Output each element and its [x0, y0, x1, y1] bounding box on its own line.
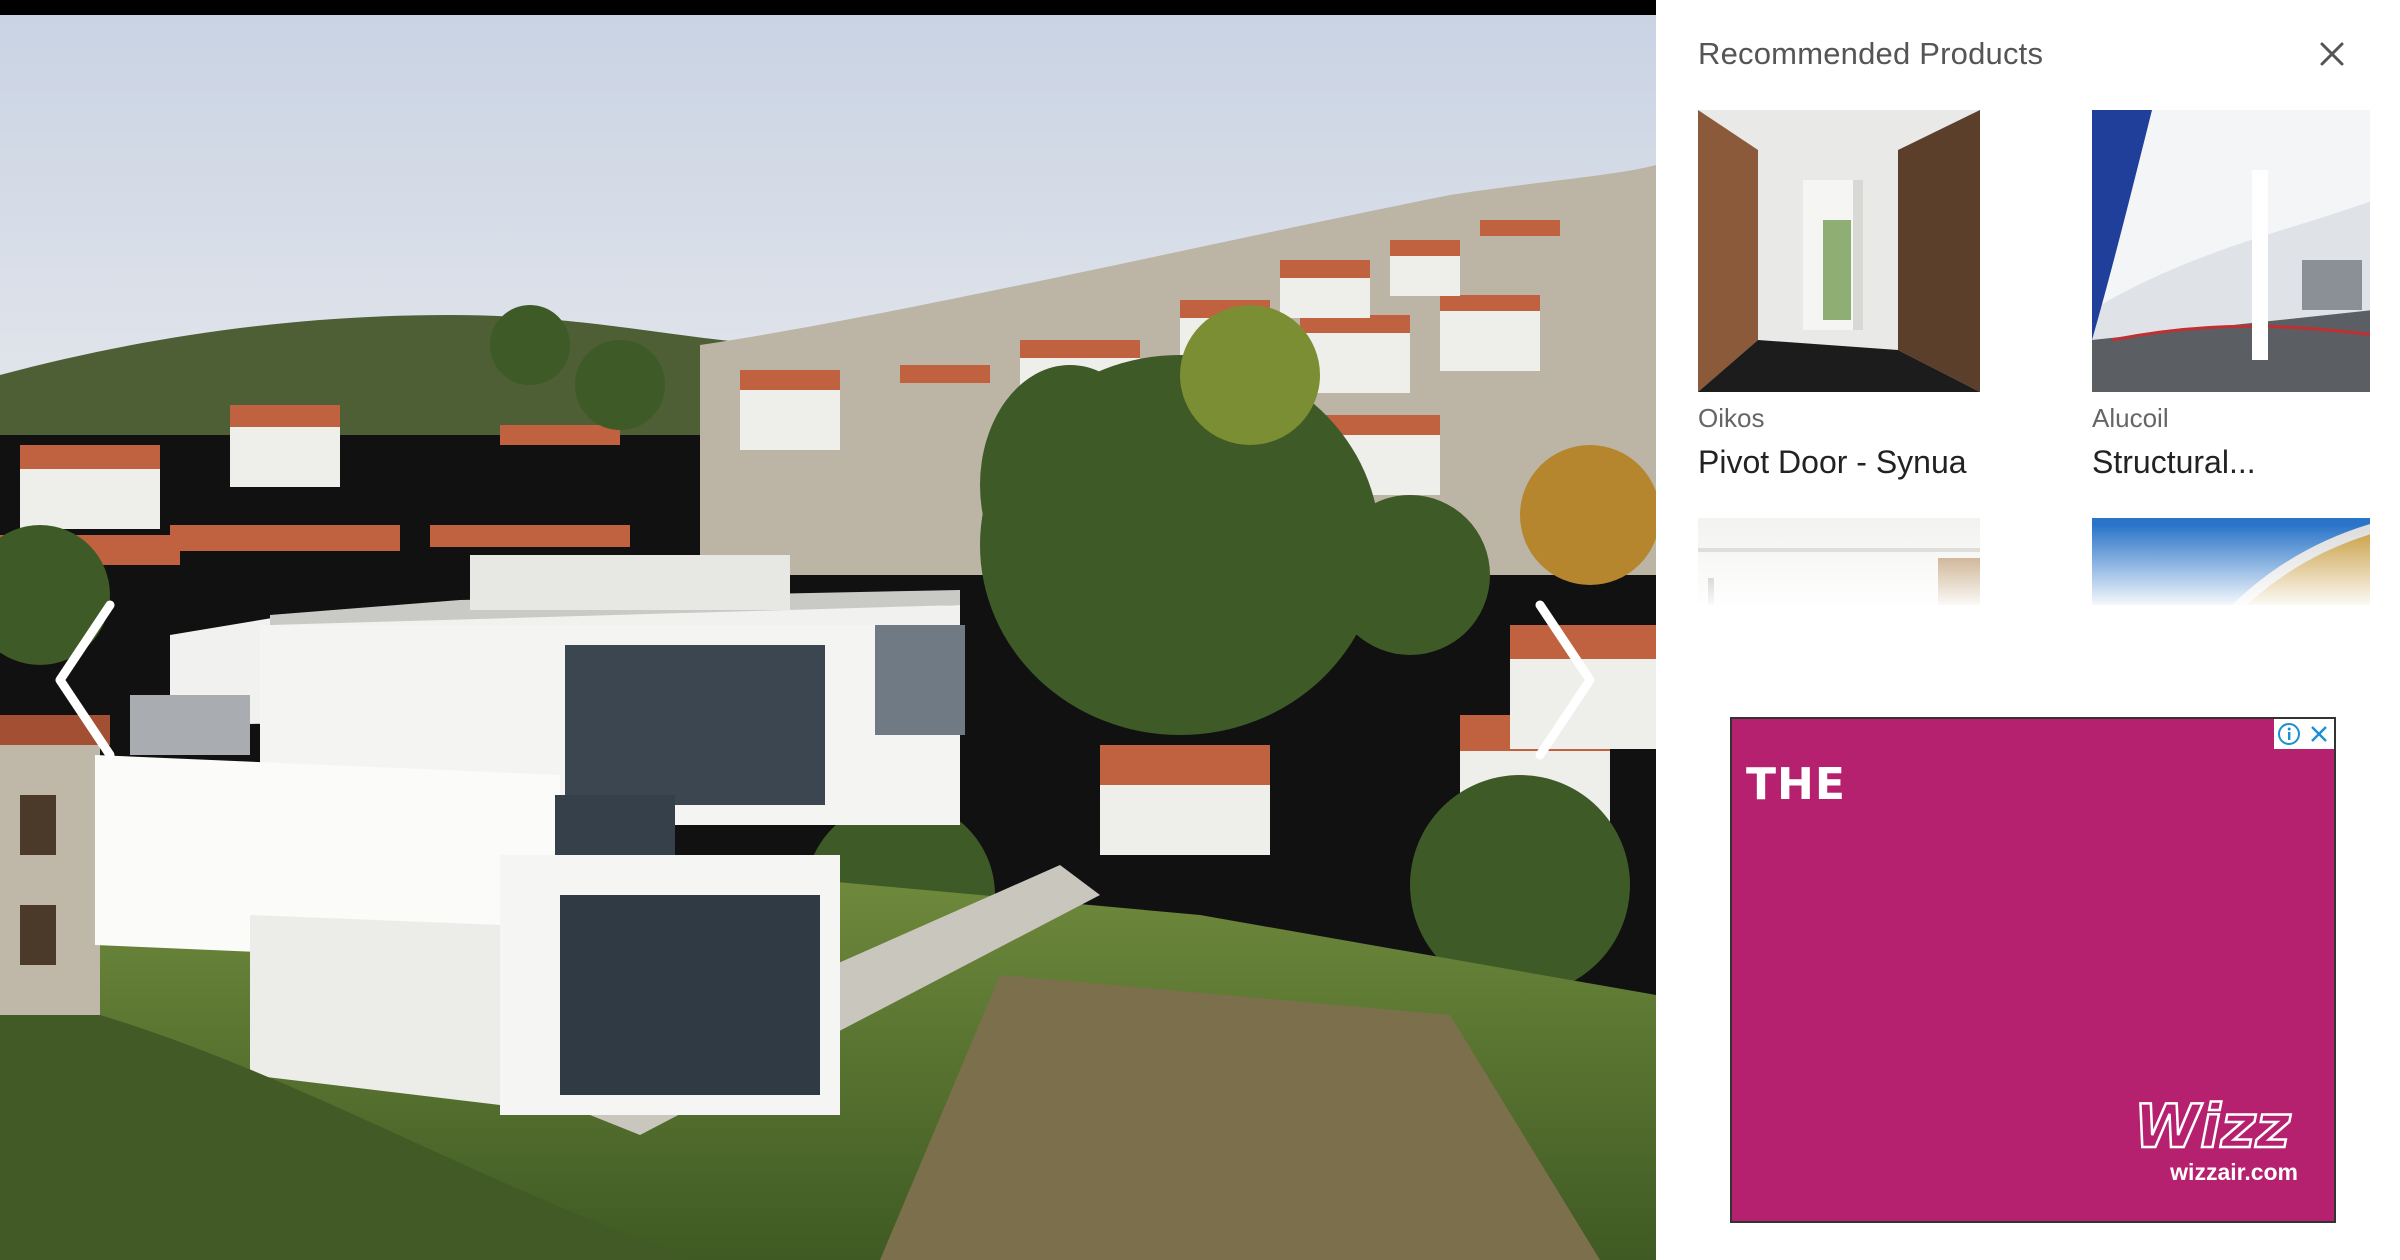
- advertisement[interactable]: THE Wizz wizzair.com: [1732, 719, 2334, 1221]
- gallery-top-bar: [0, 0, 1656, 15]
- wizz-logo: Wizz: [2133, 1091, 2293, 1161]
- panel-title: Recommended Products: [1698, 36, 2044, 71]
- product-brand: Alucoil: [2092, 403, 2169, 433]
- product-image: [1698, 110, 1980, 392]
- logo-text: Wizz: [2134, 1092, 2292, 1161]
- gallery-photo: [0, 15, 1656, 1260]
- ad-url: wizzair.com: [2170, 1159, 2298, 1185]
- info-icon: [2278, 723, 2300, 745]
- gallery-next-button[interactable]: [1500, 585, 1610, 775]
- close-icon: [2311, 726, 2327, 742]
- product-grid: Oikos Pivot Door - Synua Alucoil Structu…: [1698, 110, 2370, 605]
- scroll-fade: [1698, 525, 2370, 605]
- ad-headline: THE: [1746, 759, 1846, 810]
- product-card[interactable]: Oikos Pivot Door - Synua: [1698, 110, 1980, 480]
- close-icon: [2320, 42, 2344, 66]
- chevron-left-icon: [55, 600, 115, 760]
- image-gallery: [0, 0, 1656, 1260]
- chevron-right-icon: [1535, 600, 1595, 760]
- product-brand: Oikos: [1698, 403, 1765, 433]
- ad-controls: [2274, 719, 2334, 749]
- product-image: [2092, 110, 2370, 392]
- ad-close-button[interactable]: [2304, 719, 2334, 749]
- product-card[interactable]: Alucoil Structural...: [2092, 110, 2370, 480]
- gallery-prev-button[interactable]: [40, 585, 150, 775]
- ad-info-button[interactable]: [2274, 719, 2304, 749]
- panel-close-button[interactable]: [2312, 34, 2352, 74]
- product-name: Structural...: [2092, 444, 2256, 480]
- product-name: Pivot Door - Synua: [1698, 444, 1967, 480]
